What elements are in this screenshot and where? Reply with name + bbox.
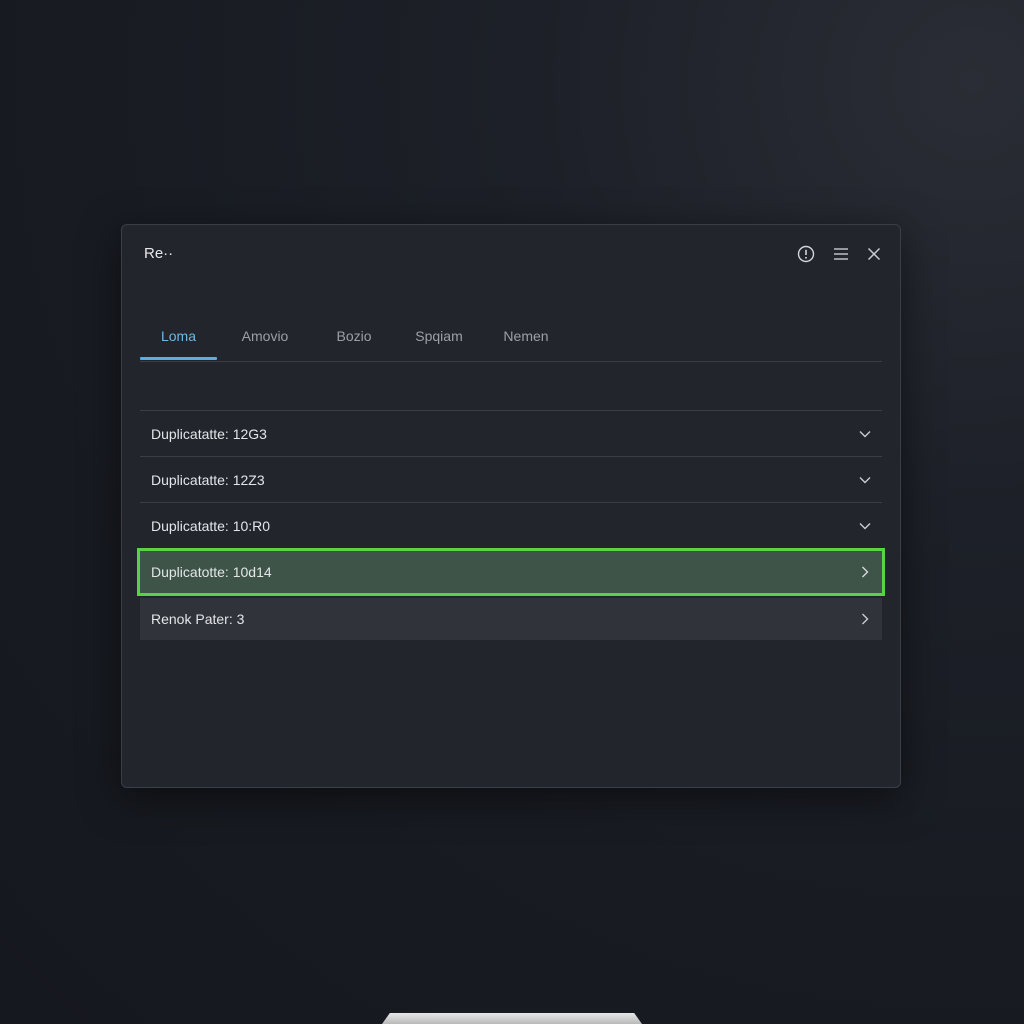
chevron-right-icon [862,566,869,578]
window-title: Re·· [144,245,174,262]
chevron-down-icon [859,431,871,438]
info-icon[interactable] [796,244,816,264]
list-item[interactable]: Duplicatatte: 10:R0 [140,502,882,548]
list-item-label: Renok Pater: 3 [151,611,245,627]
chevron-down-icon [859,523,871,530]
list-item-label: Duplicatatte: 12G3 [151,426,267,442]
list-item-label: Duplicatatte: 12Z3 [151,472,265,488]
item-list: Duplicatatte: 12G3 Duplicatatte: 12Z3 Du… [137,410,885,640]
active-tab-indicator [140,357,217,360]
chevron-right-icon [862,613,869,625]
tab-bar: Loma Amovio Bozio Spqiam Nemen [140,321,882,362]
list-item[interactable]: Renok Pater: 3 [140,598,882,640]
list-item[interactable]: Duplicatatte: 12Z3 [140,456,882,502]
chevron-down-icon [859,477,871,484]
list-item[interactable]: Duplicatatte: 12G3 [140,410,882,456]
tab-label: Spqiam [415,328,463,344]
dialog-window: Re·· Loma Amovio Bozio Spqiam Nemen Dupl… [121,224,901,788]
tab-bozio[interactable]: Bozio [328,321,380,359]
tab-label: Amovio [241,328,289,344]
list-item-label: Duplicatotte: 10d14 [151,564,272,580]
list-item-selected[interactable]: Duplicatotte: 10d14 [137,548,885,596]
tab-label: Bozio [336,328,372,344]
tab-label: Nemen [503,328,549,344]
menu-icon[interactable] [831,244,851,264]
tab-spqiam[interactable]: Spqiam [408,321,470,359]
tab-nemen[interactable]: Nemen [496,321,556,359]
tab-loma[interactable]: Loma [140,321,217,360]
list-item-label: Duplicatatte: 10:R0 [151,518,271,534]
tab-amovio[interactable]: Amovio [232,321,298,359]
tab-label: Loma [160,328,197,344]
close-icon[interactable] [864,244,884,264]
monitor-stand [382,1013,642,1024]
